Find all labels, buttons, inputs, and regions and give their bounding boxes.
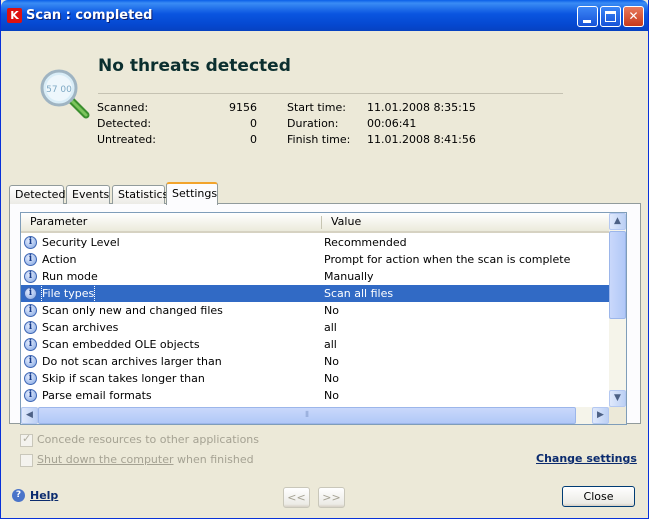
vertical-scroll-thumb[interactable]: [609, 231, 626, 319]
column-header-parameter[interactable]: Parameter: [23, 213, 321, 231]
stat-untreated-value: 0: [250, 133, 257, 146]
minimize-button[interactable]: [577, 6, 598, 27]
stat-untreated-label: Untreated:: [97, 133, 156, 146]
info-icon: i: [24, 304, 37, 317]
table-row-selected[interactable]: i File types Scan all files: [21, 284, 609, 303]
start-time-label: Start time:: [287, 101, 346, 114]
minimize-icon: [583, 20, 591, 23]
row-value: all: [324, 338, 337, 351]
tab-detected[interactable]: Detected: [9, 185, 65, 204]
close-button[interactable]: Close: [562, 486, 635, 507]
next-button[interactable]: >>: [318, 487, 345, 508]
row-parameter: Action: [42, 253, 77, 266]
info-icon: i: [24, 389, 37, 402]
row-parameter: Skip if scan takes longer than: [42, 372, 205, 385]
info-icon: i: [24, 321, 37, 334]
concede-resources-label: Concede resources to other applications: [37, 433, 259, 446]
row-value: Manually: [324, 270, 374, 283]
magnifier-text: 57 00: [46, 85, 72, 95]
info-icon: i: [24, 355, 37, 368]
scroll-down-button[interactable]: ▼: [609, 390, 626, 407]
horizontal-scrollbar[interactable]: ◀ ⦀ ▶: [21, 407, 609, 424]
scan-result-headline: No threats detected: [98, 56, 291, 76]
grid-header: Parameter Value: [21, 213, 609, 233]
row-parameter: File types: [40, 284, 96, 303]
change-settings-link[interactable]: Change settings: [536, 452, 637, 465]
column-header-value[interactable]: Value: [324, 213, 609, 231]
table-row[interactable]: i Parse email formats No: [21, 387, 609, 404]
table-row[interactable]: i Run mode Manually: [21, 268, 609, 285]
table-row[interactable]: i Do not scan archives larger than No: [21, 353, 609, 370]
concede-resources-checkbox[interactable]: [20, 432, 33, 447]
row-value: Prompt for action when the scan is compl…: [324, 253, 571, 266]
previous-button[interactable]: <<: [283, 487, 310, 508]
row-value: Scan all files: [324, 287, 394, 300]
shutdown-suffix: when finished: [177, 453, 254, 466]
tab-events[interactable]: Events: [66, 185, 110, 204]
row-value: No: [324, 355, 339, 368]
table-row[interactable]: i Scan archives all: [21, 319, 609, 336]
horizontal-scroll-thumb[interactable]: ⦀: [38, 407, 576, 424]
tab-statistics[interactable]: Statistics: [112, 185, 168, 204]
row-parameter: Parse email formats: [42, 389, 152, 402]
shutdown-link[interactable]: Shut down the computer: [37, 453, 174, 466]
scroll-right-button[interactable]: ▶: [592, 407, 609, 424]
info-icon: i: [24, 338, 37, 351]
column-separator[interactable]: [321, 216, 322, 229]
table-row[interactable]: i Skip if scan takes longer than No: [21, 370, 609, 387]
shutdown-label: Shut down the computer when finished: [37, 453, 254, 466]
stat-scanned-value: 9156: [229, 101, 257, 114]
row-parameter: Run mode: [42, 270, 98, 283]
duration-value: 00:06:41: [367, 117, 417, 130]
table-row[interactable]: i Action Prompt for action when the scan i…: [21, 251, 609, 268]
finish-time-label: Finish time:: [287, 133, 351, 146]
scroll-up-button[interactable]: ▲: [609, 213, 626, 230]
table-row[interactable]: i Scan only new and changed files No: [21, 302, 609, 319]
scrollbar-corner: [609, 407, 626, 424]
stat-scanned-label: Scanned:: [97, 101, 149, 114]
info-icon: i: [24, 287, 37, 300]
row-parameter: Scan only new and changed files: [42, 304, 223, 317]
row-value: No: [324, 304, 339, 317]
divider: [98, 93, 563, 94]
row-value: No: [324, 372, 339, 385]
stat-detected-value: 0: [250, 117, 257, 130]
info-icon: i: [24, 236, 37, 249]
close-window-button[interactable]: ✕: [623, 6, 644, 27]
info-icon: i: [24, 270, 37, 283]
row-value: all: [324, 321, 337, 334]
start-time-value: 11.01.2008 8:35:15: [367, 101, 476, 114]
tab-settings[interactable]: Settings: [166, 182, 218, 205]
settings-grid[interactable]: Parameter Value i Security Level Recommend…: [20, 212, 627, 425]
window-title: Scan : completed: [26, 8, 153, 23]
maximize-icon: [605, 11, 616, 22]
help-icon[interactable]: ?: [12, 489, 25, 502]
table-row[interactable]: i Security Level Recommended: [21, 234, 609, 251]
maximize-button[interactable]: [600, 6, 621, 27]
vertical-scrollbar[interactable]: ▲ ▼: [609, 213, 626, 407]
title-bar[interactable]: K Scan : completed ✕: [1, 0, 648, 31]
info-icon: i: [24, 372, 37, 385]
row-parameter: Do not scan archives larger than: [42, 355, 222, 368]
info-icon: i: [24, 253, 37, 266]
stat-detected-label: Detected:: [97, 117, 152, 130]
scan-window: K Scan : completed ✕ 57 00 No threats de…: [0, 0, 649, 519]
table-row[interactable]: i Scan embedded OLE objects all: [21, 336, 609, 353]
close-icon: ✕: [628, 9, 639, 23]
row-parameter: Scan embedded OLE objects: [42, 338, 200, 351]
kaspersky-app-icon: K: [7, 8, 22, 23]
scroll-left-button[interactable]: ◀: [21, 407, 38, 424]
duration-label: Duration:: [287, 117, 339, 130]
row-parameter: Scan archives: [42, 321, 119, 334]
finish-time-value: 11.01.2008 8:41:56: [367, 133, 476, 146]
row-parameter: Security Level: [42, 236, 120, 249]
magnifier-scan-icon: 57 00: [40, 69, 90, 119]
shutdown-checkbox[interactable]: [20, 454, 33, 467]
help-link[interactable]: Help: [30, 489, 58, 502]
row-value: No: [324, 389, 339, 402]
row-value: Recommended: [324, 236, 407, 249]
